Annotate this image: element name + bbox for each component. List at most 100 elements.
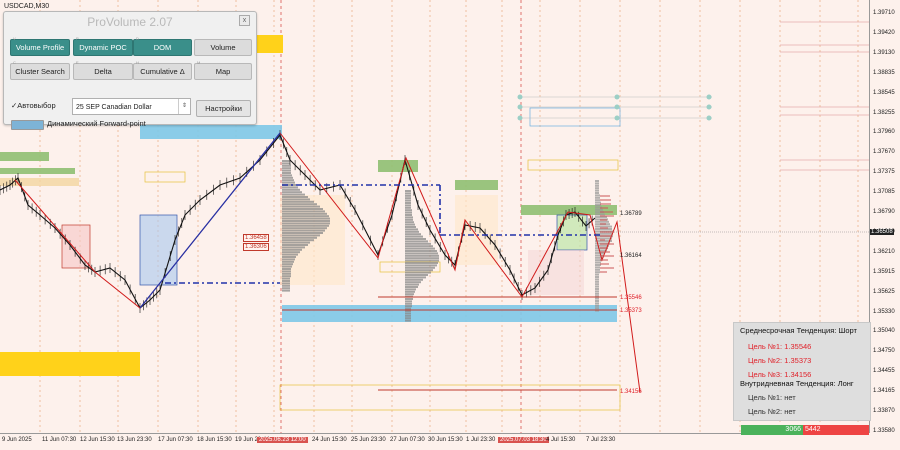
volume-profile-bar: [282, 191, 302, 193]
contract-select[interactable]: 25 SEP Canadian Dollar ⇕: [72, 98, 191, 115]
time-tick: 30 Jun 15:30: [428, 437, 463, 443]
time-axis[interactable]: 9 Jun 2025 11 Jun 07:30 12 Jun 15:30 13 Jun…: [0, 433, 869, 450]
intraday-trend-title: Внутридневная Тенденция: Лонг: [740, 379, 854, 388]
sand-zone: [0, 178, 79, 186]
volume-profile-bar: [405, 320, 411, 322]
volume-profile-bar: [405, 291, 415, 293]
cumulative-delta-button[interactable]: H Cumulative Δ: [133, 63, 192, 80]
level-label-135546: 1.35546: [620, 295, 642, 301]
anchor-dot: [707, 105, 712, 110]
volume-profile-bar: [600, 219, 607, 221]
time-tick: 11 Jun 07:30: [42, 437, 76, 443]
volume-profile-bar: [405, 300, 412, 302]
volume-profile-bar: [405, 284, 419, 286]
volume-profile-bar: [600, 267, 614, 269]
price-tick: 1.33580: [873, 428, 895, 434]
settings-button[interactable]: Настройки: [196, 100, 251, 117]
volume-profile-bar: [405, 312, 411, 314]
volume-profile-bar: [282, 254, 298, 256]
anchor-dot: [518, 95, 523, 100]
volume-profile-bar: [600, 235, 612, 237]
level-label-134156: 1.34156: [620, 389, 642, 395]
volume-profile-bar: [282, 285, 290, 287]
yellow-frame: [145, 172, 185, 182]
volume-profile-bar: [405, 224, 415, 226]
cluster-search-button[interactable]: C Cluster Search: [10, 63, 70, 80]
volume-profile-button[interactable]: V Volume Profile: [10, 39, 70, 56]
volume-profile-bar: [405, 260, 439, 262]
time-tick: 9 Jun 2025: [2, 437, 32, 443]
level-label-135373: 1.35373: [620, 308, 642, 314]
level-label-136458: 1.36458: [243, 234, 269, 242]
volume-profile-bar: [282, 290, 290, 292]
volume-profile-bar: [282, 278, 290, 280]
volume-profile-bar: [595, 221, 609, 223]
forward-point-label: Динамический Forward-point: [47, 119, 146, 128]
volume-profile-bar: [282, 287, 290, 289]
volume-profile-bar: [282, 258, 295, 260]
dom-button[interactable]: D DOM: [133, 39, 192, 56]
volume-profile-bar: [595, 302, 599, 304]
price-tick: 1.34165: [873, 388, 895, 394]
volume-profile-bar: [282, 198, 310, 200]
volume-profile-bar: [595, 278, 599, 280]
volume-profile-bar: [595, 283, 599, 285]
volume-profile-bar: [405, 293, 414, 295]
blue-zone: [282, 305, 617, 322]
delta-button[interactable]: E Delta: [73, 63, 133, 80]
autoselect-checkbox[interactable]: ✓Автовыбор: [11, 101, 56, 110]
price-tick: 1.38255: [873, 110, 895, 116]
volume-profile-bar: [595, 192, 599, 194]
volume-profile-bar: [595, 307, 599, 309]
price-tick: 1.36790: [873, 209, 895, 215]
volume-profile-bar: [405, 298, 413, 300]
price-axis[interactable]: 1.39710 1.39420 1.39130 1.38835 1.38545 1.382…: [869, 0, 900, 433]
close-icon[interactable]: x: [239, 15, 250, 26]
volume-profile-bar: [595, 293, 599, 295]
volume-profile-bar: [282, 263, 293, 265]
price-tick: 1.34750: [873, 348, 895, 354]
dynamic-poc-button[interactable]: P Dynamic POC: [73, 39, 133, 56]
anchor-dot: [518, 116, 523, 121]
volume-profile-bar: [595, 271, 600, 273]
volume-profile-bar: [405, 257, 439, 259]
forward-point-toggle[interactable]: [11, 120, 44, 130]
volume-button[interactable]: Volume: [194, 39, 252, 56]
volume-profile-bar: [282, 256, 296, 258]
time-tick: 13 Jun 23:30: [117, 437, 152, 443]
price-tick: 1.39420: [873, 30, 895, 36]
volume-profile-bar: [405, 226, 416, 228]
volume-profile-bar: [282, 237, 317, 239]
volume-profile-bar: [282, 179, 294, 181]
volume-profile-bar: [405, 281, 421, 283]
volume-profile-bar: [282, 208, 323, 210]
volume-profile-bar: [600, 203, 611, 205]
volume-profile-bar: [405, 286, 418, 288]
green-zone: [378, 160, 418, 172]
volume-profile-bar: [405, 262, 438, 264]
price-tick: 1.35040: [873, 328, 895, 334]
mid-term-trend-title: Среднесрочная Тенденция: Шорт: [740, 326, 857, 335]
volume-profile-bar: [600, 207, 608, 209]
volume-profile-bar: [282, 203, 317, 205]
profile-area: [455, 195, 498, 265]
volume-profile-bar: [282, 273, 291, 275]
volume-balance-bar: 3066 5442: [741, 425, 869, 435]
volume-profile-bar: [282, 172, 291, 174]
volume-profile-bar: [282, 282, 290, 284]
anchor-dot: [615, 116, 620, 121]
autoselect-label: Автовыбор: [17, 101, 55, 110]
volume-profile-bar: [405, 216, 413, 218]
price-tick: 1.37085: [873, 189, 895, 195]
volume-profile-bar: [595, 298, 599, 300]
level-label-136306: 1.36306: [243, 243, 269, 251]
price-tick: 1.37670: [873, 149, 895, 155]
volume-profile-bar: [282, 246, 305, 248]
volume-profile-bar: [595, 197, 600, 199]
volume-profile-bar: [595, 300, 599, 302]
map-button[interactable]: M Map: [194, 63, 252, 80]
hotkey-cap: M: [197, 60, 200, 65]
hotkey-cap: H: [136, 60, 139, 65]
volume-profile-bar: [282, 194, 305, 196]
yellow-frame: [280, 385, 620, 410]
